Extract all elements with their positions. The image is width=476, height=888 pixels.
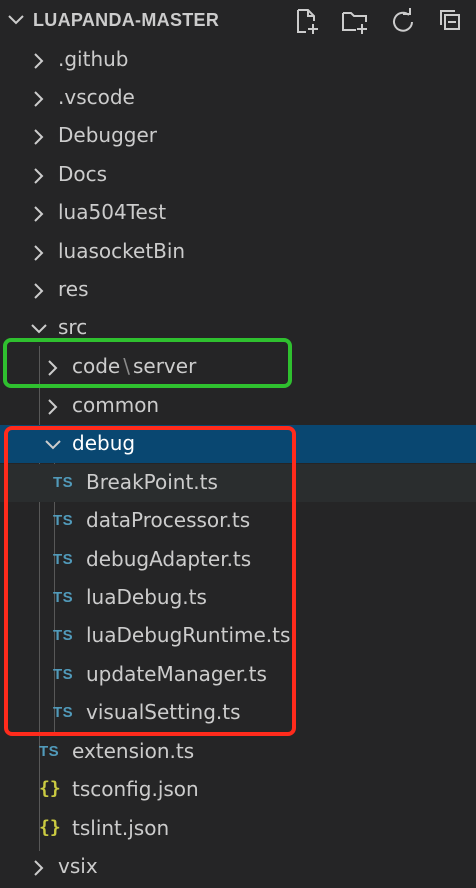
tree-item-lua504test[interactable]: lua504Test xyxy=(0,194,476,232)
collapse-all-icon[interactable] xyxy=(437,7,465,35)
tree-item-label: common xyxy=(72,393,160,417)
tree-item-label: .github xyxy=(58,47,129,71)
typescript-file-icon: TS xyxy=(39,743,60,760)
tree-item-label: extension.ts xyxy=(72,739,195,763)
tree-item-label: tsconfig.json xyxy=(72,777,199,801)
highlight-box-green xyxy=(3,338,292,388)
tree-item-github[interactable]: .github xyxy=(0,41,476,79)
tree-item-vsix[interactable]: vsix xyxy=(0,848,476,886)
tree-item-vscode[interactable]: .vscode xyxy=(0,79,476,117)
tree-item-label: res xyxy=(58,277,89,301)
tree-item-label: Docs xyxy=(58,162,108,186)
tree-item-label: .vscode xyxy=(58,85,135,109)
workspace-title: LUAPANDA-MASTER xyxy=(33,10,220,30)
chevron-down-icon xyxy=(30,319,48,337)
chevron-right-icon xyxy=(30,281,48,299)
explorer-panel: LUAPANDA-MASTER .github .vscode Debugger… xyxy=(0,0,476,888)
tree-item-label: vsix xyxy=(58,854,98,878)
tree-item-tslint[interactable]: {} tslint.json xyxy=(0,810,476,848)
tree-item-tsconfig[interactable]: {} tsconfig.json xyxy=(0,771,476,809)
tree-item-docs[interactable]: Docs xyxy=(0,156,476,194)
chevron-right-icon xyxy=(30,127,48,145)
refresh-icon[interactable] xyxy=(389,7,417,35)
chevron-right-icon xyxy=(30,858,48,876)
chevron-right-icon xyxy=(30,51,48,69)
json-file-icon: {} xyxy=(39,778,61,799)
tree-item-label: luasocketBin xyxy=(58,239,186,263)
explorer-header[interactable]: LUAPANDA-MASTER xyxy=(0,0,476,42)
chevron-right-icon xyxy=(30,243,48,261)
tree-item-extension[interactable]: TS extension.ts xyxy=(0,733,476,771)
tree-item-label: lua504Test xyxy=(58,200,167,224)
highlight-box-red xyxy=(4,426,296,736)
chevron-right-icon xyxy=(44,397,62,415)
tree-item-res[interactable]: res xyxy=(0,271,476,309)
new-folder-icon[interactable] xyxy=(341,7,369,35)
json-file-icon: {} xyxy=(39,817,61,838)
tree-item-common[interactable]: common xyxy=(0,387,476,425)
chevron-right-icon xyxy=(30,204,48,222)
tree-item-debugger[interactable]: Debugger xyxy=(0,117,476,155)
tree-item-label: tslint.json xyxy=(72,816,170,840)
chevron-down-icon[interactable] xyxy=(6,10,26,30)
tree-item-label: src xyxy=(58,315,88,339)
new-file-icon[interactable] xyxy=(292,7,320,35)
chevron-right-icon xyxy=(30,166,48,184)
chevron-right-icon xyxy=(30,89,48,107)
tree-item-luasocketbin[interactable]: luasocketBin xyxy=(0,233,476,271)
tree-item-label: Debugger xyxy=(58,123,157,147)
